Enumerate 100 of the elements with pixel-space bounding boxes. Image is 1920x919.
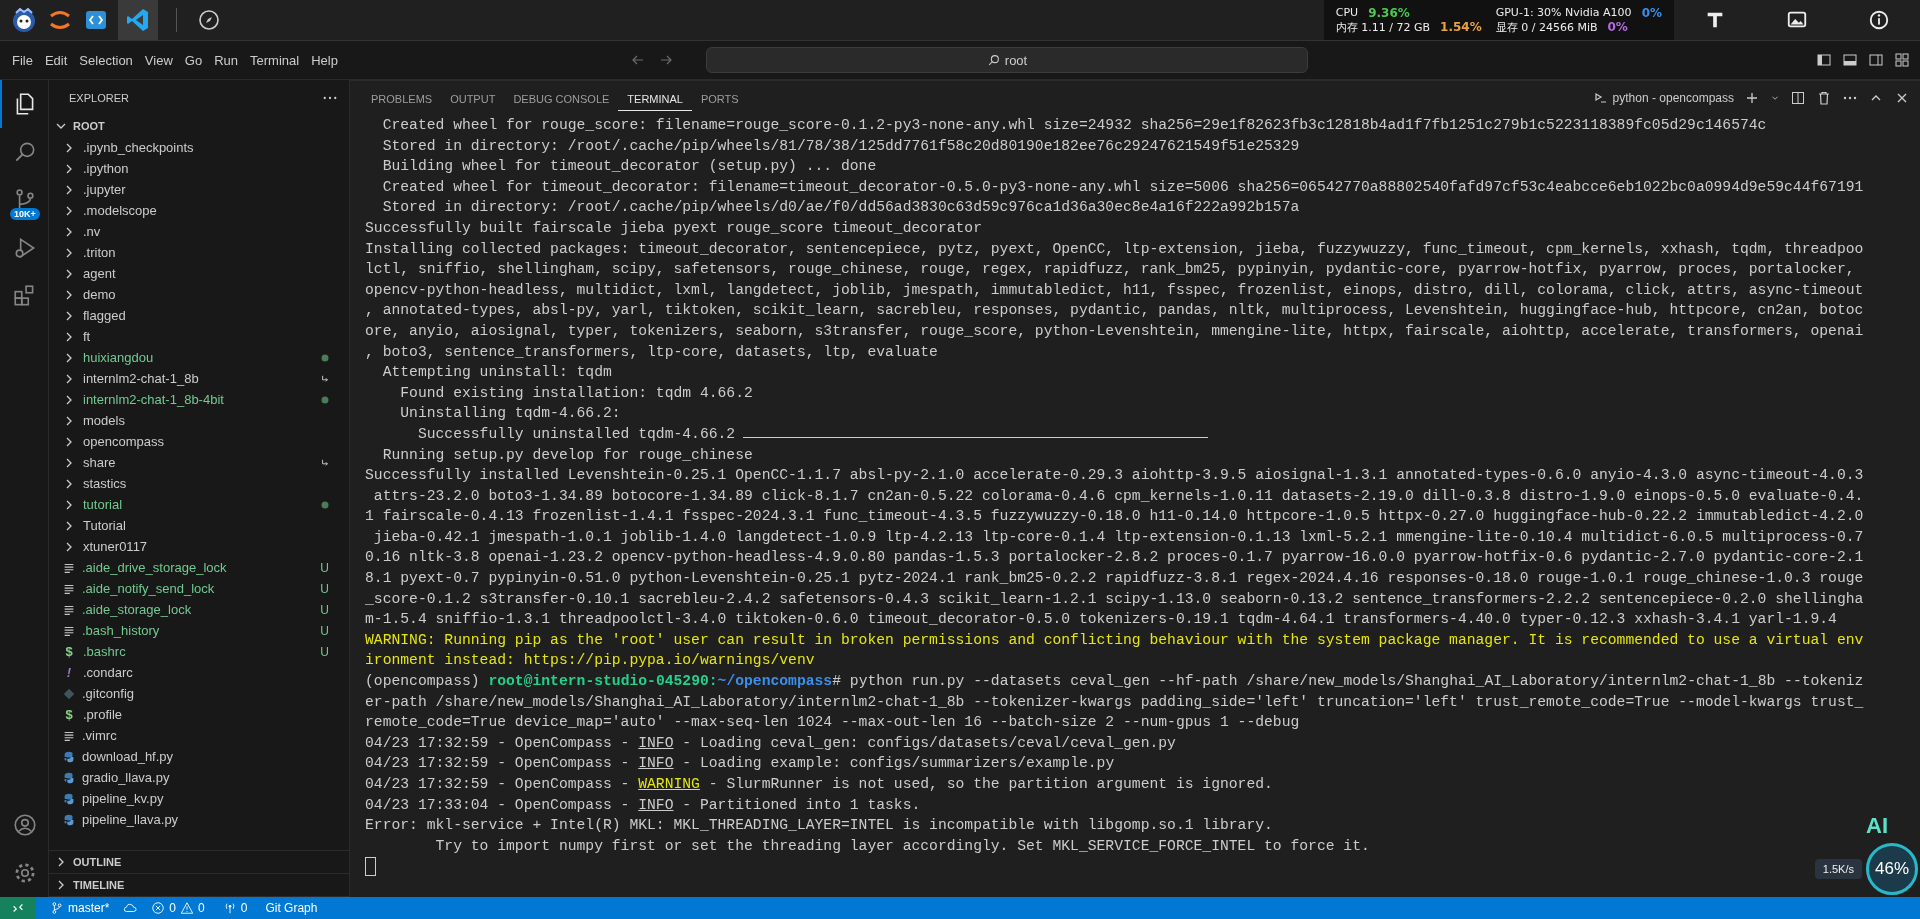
stat-label: GPU-1: 30% Nvidia A100: [1495, 5, 1632, 20]
split-icon[interactable]: [1790, 90, 1806, 106]
stat-value: 0%: [1641, 5, 1662, 20]
account-icon[interactable]: [12, 812, 38, 838]
menu-item[interactable]: Run: [208, 48, 244, 72]
panel-tab[interactable]: OUTPUT: [441, 85, 505, 111]
tree-item-label: pipeline_llava.py: [82, 812, 180, 827]
tree-item[interactable]: opencompass: [49, 431, 349, 452]
panel-tab[interactable]: PORTS: [691, 85, 748, 111]
terminal-line: Error: mkl-service + Intel(R) MKL: MKL_THREADING_LAYER=INTEL is incompatible with libgomp.so.1 library.: [365, 817, 1273, 834]
tree-item[interactable]: Tutorial: [49, 515, 349, 536]
terminal-line: attrs-23.2.0 boto3-1.34.89 botocore-1.34.89 click-8.1.7 cn2an-0.5.22 colorama-0.4.6 cpm_kernels-1.0.11 datasets-2.19.0 dill-0.3.8 distro-1.9.0 einops-0.5.0 evaluate-0.4.: [372, 487, 1864, 504]
terminal-line: Created wheel for timeout_decorator: filename=timeout_decorator-0.5.0-py3-none-any.whl size=5006 sha256=06542770a88802540fafd97cf53c4eabcce6eb1022bc0a0994d9e59c44f67191: [381, 178, 1864, 195]
cloud-sync-icon[interactable]: [123, 901, 138, 915]
plus-icon[interactable]: [1744, 90, 1760, 106]
panel-tab[interactable]: DEBUG CONSOLE: [504, 85, 619, 111]
problems-indicator[interactable]: 0 0: [147, 901, 209, 915]
tree-item[interactable]: .ipynb_checkpoints: [49, 137, 349, 158]
tree-item[interactable]: .nv: [49, 221, 349, 242]
tree-item[interactable]: gradio_llava.py: [49, 767, 349, 788]
tree-item[interactable]: share: [49, 452, 349, 473]
file-type-icon: $: [61, 707, 77, 722]
tree-item[interactable]: pipeline_llava.py: [49, 809, 349, 830]
modified-dot-icon: [321, 500, 329, 509]
tree-item-label: .vimrc: [82, 728, 118, 743]
tree-item-label: internlm2-chat-1_8b-4bit: [83, 392, 225, 407]
warning-icon: [180, 901, 195, 915]
tree-item-label: .triton: [83, 245, 117, 260]
tree-item-label: .condarc: [83, 665, 134, 680]
tree-item[interactable]: models: [49, 410, 349, 431]
terminal-line: m-1.5.4 sniffio-1.3.1 threadpoolctl-3.4.0 tiktoken-0.6.0 timeout_decorator-0.5.0 tokenizers-0.19.1 tqdm-4.64.1 transformers-4.40.0 typer-0.12.3 xxhash-3.4.1 yarl-1.9.4: [365, 611, 1837, 628]
menu-item[interactable]: File: [6, 48, 39, 72]
tree-item-label: models: [83, 413, 126, 428]
tree-item-label: .gitconfig: [82, 686, 136, 701]
tree-item[interactable]: stastics: [49, 473, 349, 494]
remote-indicator[interactable]: [0, 897, 36, 919]
terminal-selector[interactable]: python - opencompass: [1592, 90, 1734, 106]
python-file-icon: [62, 770, 76, 785]
branch-indicator[interactable]: master*: [46, 901, 114, 915]
tree-item[interactable]: download_hf.py: [49, 746, 349, 767]
tree-item[interactable]: .triton: [49, 242, 349, 263]
tree-item-label: stastics: [83, 476, 128, 491]
tree-item[interactable]: $ .profile: [49, 704, 349, 725]
tree-item-label: share: [83, 455, 117, 470]
menu-item[interactable]: View: [138, 48, 179, 72]
tree-item[interactable]: demo: [49, 284, 349, 305]
tree-item[interactable]: .ipython: [49, 158, 349, 179]
tree-item[interactable]: internlm2-chat-1_8b: [49, 368, 349, 389]
menu-item[interactable]: Terminal: [244, 48, 306, 72]
root-folder[interactable]: ROOT: [49, 115, 349, 137]
customize-layout-icon[interactable]: [1894, 52, 1910, 68]
tree-item[interactable]: .aide_notify_send_lock U: [49, 578, 349, 599]
tree-item-label: .nv: [83, 224, 102, 239]
git-status-letter: U: [320, 602, 329, 617]
menu-item[interactable]: Go: [178, 48, 209, 72]
prompt-path: ~/opencompass: [717, 673, 833, 690]
trash-icon[interactable]: [1816, 90, 1832, 106]
tree-item[interactable]: $ .bashrc U: [49, 641, 349, 662]
git-status-letter: U: [320, 581, 329, 596]
tree-item[interactable]: .aide_storage_lock U: [49, 599, 349, 620]
tree-item[interactable]: agent: [49, 263, 349, 284]
terminal-line: 0.16 nltk-3.8 openai-1.23.2 opencv-python-headless-4.9.0.80 pandas-1.5.3 portalocker-2.8.2 proces-0.1.7 pyarrow-16.0.0 pyarrow-hotfix-0.6 pydantic-2.7.0 pydantic-core-2.1: [365, 549, 1864, 566]
tree-item[interactable]: ft: [49, 326, 349, 347]
explorer-title: EXPLORER: [69, 91, 129, 104]
tree-item-label: internlm2-chat-1_8b: [83, 371, 200, 386]
tree-item[interactable]: .bash_history U: [49, 620, 349, 641]
command-center-search[interactable]: root: [706, 47, 1308, 73]
tree-item[interactable]: pipeline_kv.py: [49, 788, 349, 809]
more-actions-icon[interactable]: [323, 95, 337, 100]
ports-indicator[interactable]: 0: [218, 901, 252, 915]
tree-item[interactable]: ! .condarc: [49, 662, 349, 683]
terminal-line: 8.1 pyext-0.7 pypinyin-0.51.0 python-Levenshtein-0.25.1 pytz-2024.1 rank_bm25-0.2.2 rapidfuzz-3.8.1 regex-2024.4.16 responses-0.18.0 rouge-1.0.1 rouge_chinese-1.0.3 rouge: [365, 570, 1864, 587]
tree-item[interactable]: huixiangdou: [49, 347, 349, 368]
panel-tab[interactable]: PROBLEMS: [362, 85, 442, 111]
tree-item[interactable]: .modelscope: [49, 200, 349, 221]
panel-toggle-icon[interactable]: [1842, 52, 1858, 68]
log-level: INFO: [638, 755, 674, 772]
collapsed-section-header[interactable]: OUTLINE: [49, 851, 349, 874]
tree-item[interactable]: .jupyter: [49, 179, 349, 200]
sidebar-toggle-icon[interactable]: [1816, 52, 1832, 68]
tree-item[interactable]: flagged: [49, 305, 349, 326]
secondary-sidebar-toggle-icon[interactable]: [1868, 52, 1884, 68]
panel-tab[interactable]: TERMINAL: [618, 85, 692, 111]
menu-item[interactable]: Selection: [73, 48, 139, 72]
tree-item[interactable]: .gitconfig: [49, 683, 349, 704]
modified-dot-icon: [321, 353, 329, 362]
info-icon[interactable]: [1868, 9, 1890, 31]
terminal-line: er-path /share/new_models/Shanghai_AI_Laboratory/internlm2-chat-1_8b --tokenizer-kwargs padding_side='left' truncation='left' trust_remote_code=True --model-kwargs trust_: [365, 693, 1864, 710]
network-speed: 1.5K/s: [1814, 859, 1862, 879]
tree-item[interactable]: .vimrc: [49, 725, 349, 746]
tree-item-label: .ipython: [83, 161, 130, 176]
menu-item[interactable]: Edit: [38, 48, 74, 72]
tree-item[interactable]: tutorial: [49, 494, 349, 515]
mascot-logo-icon[interactable]: [10, 6, 38, 34]
tree-item[interactable]: internlm2-chat-1_8b-4bit: [49, 389, 349, 410]
menu-item[interactable]: Help: [305, 48, 344, 72]
git-graph-button[interactable]: Git Graph: [261, 901, 322, 915]
tree-item[interactable]: .aide_drive_storage_lock U: [49, 557, 349, 578]
tree-item[interactable]: xtuner0117: [49, 536, 349, 557]
terminal-line: opencv-python-headless, multidict, lxml, langdetect, joblib, jmespath, immutabledict, h11, fsspec, frozenlist, einops, distro, dill, colorama, click, attrs, async-timeout: [365, 281, 1864, 298]
